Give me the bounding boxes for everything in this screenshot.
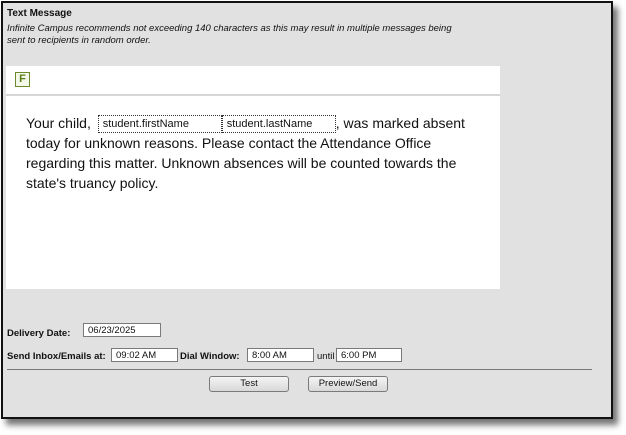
send-time-field[interactable]: 09:02 AM xyxy=(111,348,178,362)
send-time-label: Send Inbox/Emails at: xyxy=(7,351,106,362)
format-icon[interactable]: F xyxy=(15,72,30,87)
until-label: until xyxy=(317,351,335,362)
token-student-first-name[interactable]: student.firstName xyxy=(97,115,222,133)
preview-send-button[interactable]: Preview/Send xyxy=(308,376,388,392)
divider xyxy=(7,369,592,370)
test-button[interactable]: Test xyxy=(209,376,289,392)
message-editor[interactable]: F Your child, student.firstName student.l… xyxy=(6,66,500,289)
dial-window-end-field[interactable]: 6:00 PM xyxy=(336,348,402,362)
message-body[interactable]: Your child, student.firstName student.las… xyxy=(26,113,486,193)
delivery-date-label: Delivery Date: xyxy=(7,328,71,339)
character-limit-notice: Infinite Campus recommends not exceeding… xyxy=(7,23,452,46)
message-text-start: Your child, xyxy=(26,115,95,131)
dial-window-label: Dial Window: xyxy=(180,351,240,362)
section-title: Text Message xyxy=(7,8,72,19)
editor-toolbar: F xyxy=(6,66,500,96)
text-message-panel: Text Message Infinite Campus recommends … xyxy=(1,1,613,419)
token-student-last-name[interactable]: student.lastName xyxy=(221,115,336,133)
delivery-date-field[interactable]: 06/23/2025 xyxy=(83,323,161,337)
dial-window-start-field[interactable]: 8:00 AM xyxy=(247,348,314,362)
